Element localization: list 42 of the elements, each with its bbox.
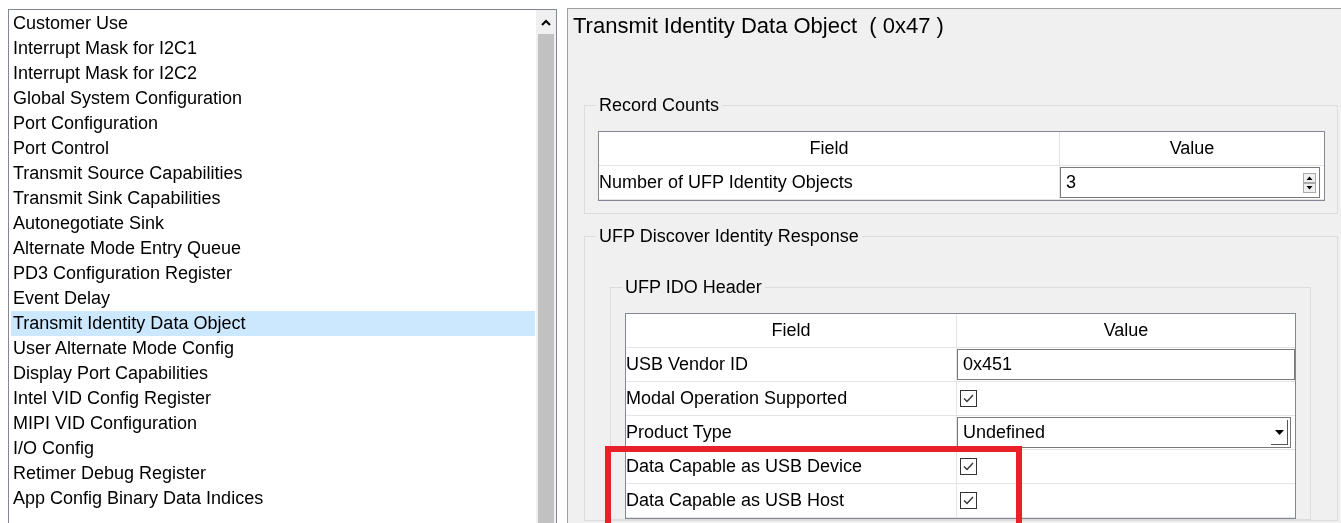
list-item[interactable]: Interrupt Mask for I2C1 [11, 36, 535, 61]
list-item[interactable]: PD3 Configuration Register [11, 261, 535, 286]
check-icon [962, 392, 975, 405]
list-item[interactable]: User Alternate Mode Config [11, 336, 535, 361]
panel-title: Transmit Identity Data Object ( 0x47 ) [573, 13, 944, 39]
list-item[interactable]: Display Port Capabilities [11, 361, 535, 386]
dropdown[interactable]: Undefined [957, 417, 1291, 448]
list-item[interactable]: MIPI VID Configuration [11, 411, 535, 436]
column-header: Value [1168, 137, 1216, 160]
list-item[interactable]: Port Configuration [11, 111, 535, 136]
list-item[interactable]: Transmit Identity Data Object [11, 311, 535, 336]
checkbox[interactable] [960, 492, 977, 509]
spin-arrows-icon[interactable] [1303, 172, 1316, 193]
check-icon [962, 460, 975, 473]
list-item[interactable]: Retimer Debug Register [11, 461, 535, 486]
list-item[interactable]: Autonegotiate Sink [11, 211, 535, 236]
list-item[interactable]: Port Control [11, 136, 535, 161]
table-cell: Modal Operation Supported [626, 382, 957, 415]
list-item[interactable]: Alternate Mode Entry Queue [11, 236, 535, 261]
table-cell: Data Capable as USB Device [626, 450, 957, 483]
check-icon [962, 494, 975, 507]
list-item[interactable]: Intel VID Config Register [11, 386, 535, 411]
caret-down-icon [1274, 429, 1284, 435]
list-item[interactable]: App Config Binary Data Indices [11, 486, 535, 511]
list-item[interactable]: Transmit Source Capabilities [11, 161, 535, 186]
list-item[interactable]: Event Delay [11, 286, 535, 311]
column-header: Field [626, 314, 957, 347]
column-header: Value [1102, 319, 1150, 342]
list-item[interactable]: Interrupt Mask for I2C2 [11, 61, 535, 86]
checkbox[interactable] [960, 458, 977, 475]
list-item[interactable]: Customer Use [11, 11, 535, 36]
list-item[interactable]: Global System Configuration [11, 86, 535, 111]
scroll-thumb[interactable] [538, 34, 554, 523]
number-spinner[interactable]: 3 [1060, 167, 1320, 198]
table-cell: Data Capable as USB Host [626, 484, 957, 517]
input-field[interactable]: 0x451 [957, 349, 1295, 380]
list-item[interactable]: Transmit Sink Capabilities [11, 186, 535, 211]
list-item[interactable]: I/O Config [11, 436, 535, 461]
scrollbar[interactable] [536, 10, 556, 523]
column-header: Field [599, 132, 1060, 165]
caret-up-icon [541, 18, 551, 26]
checkbox[interactable] [960, 390, 977, 407]
